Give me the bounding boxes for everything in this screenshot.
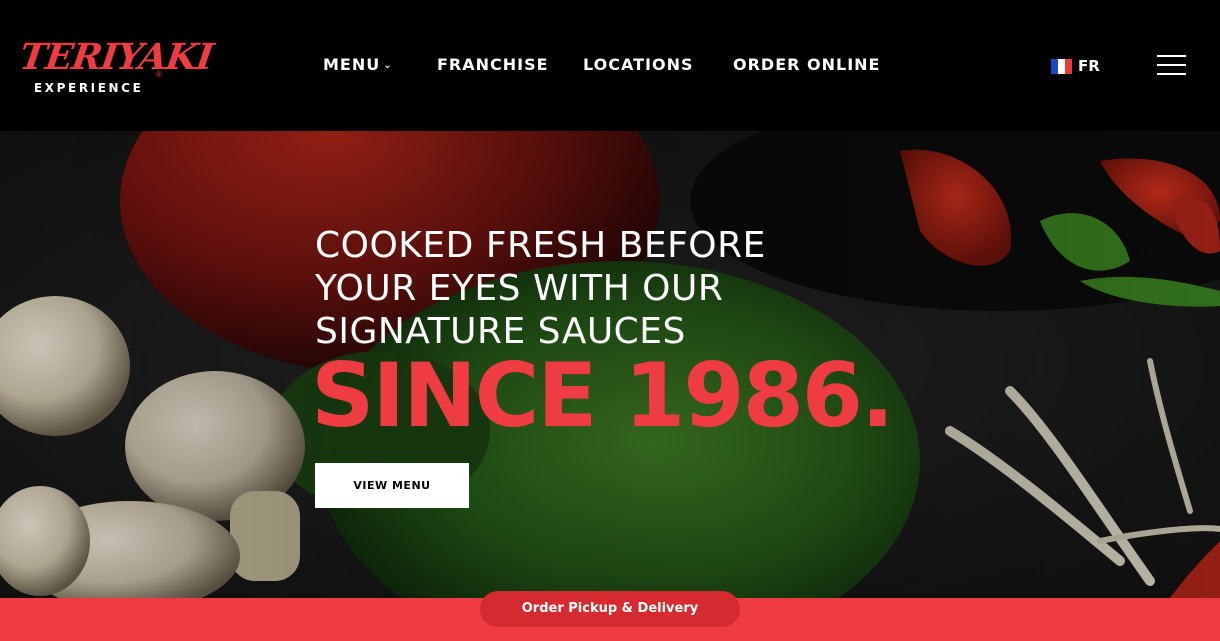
hero-content: COOKED FRESH BEFORE YOUR EYES WITH OUR S…	[311, 224, 894, 508]
view-menu-button[interactable]: VIEW MENU	[315, 463, 469, 508]
order-bar: Order Pickup & Delivery	[0, 591, 1220, 641]
logo-wordmark: TERIYAKI	[17, 36, 216, 78]
nav-order-online[interactable]: ORDER ONLINE	[733, 55, 880, 74]
chevron-down-icon: ⌄	[383, 60, 393, 71]
nav-menu-label: MENU	[323, 55, 381, 74]
hero-highlight: SINCE 1986.	[311, 344, 894, 447]
logo-subtitle: EXPERIENCE	[34, 81, 144, 95]
hero-section: COOKED FRESH BEFORE YOUR EYES WITH OUR S…	[0, 131, 1220, 598]
hero-headline: COOKED FRESH BEFORE YOUR EYES WITH OUR S…	[315, 224, 766, 353]
nav-locations[interactable]: LOCATIONS	[583, 55, 694, 74]
headline-line: YOUR EYES WITH OUR	[315, 268, 724, 309]
france-flag-icon	[1051, 59, 1072, 74]
language-label: FR	[1078, 57, 1100, 75]
logo[interactable]: TERIYAKI ® EXPERIENCE	[17, 36, 215, 98]
hamburger-menu-icon[interactable]	[1157, 55, 1186, 76]
headline-line: COOKED FRESH BEFORE	[315, 225, 766, 266]
order-pickup-delivery-button[interactable]: Order Pickup & Delivery	[480, 591, 740, 627]
site-header: TERIYAKI ® EXPERIENCE MENU ⌄ FRANCHISE LO…	[0, 0, 1220, 131]
nav-franchise[interactable]: FRANCHISE	[437, 55, 549, 74]
registered-mark: ®	[156, 70, 162, 79]
nav-menu[interactable]: MENU ⌄	[323, 55, 393, 74]
